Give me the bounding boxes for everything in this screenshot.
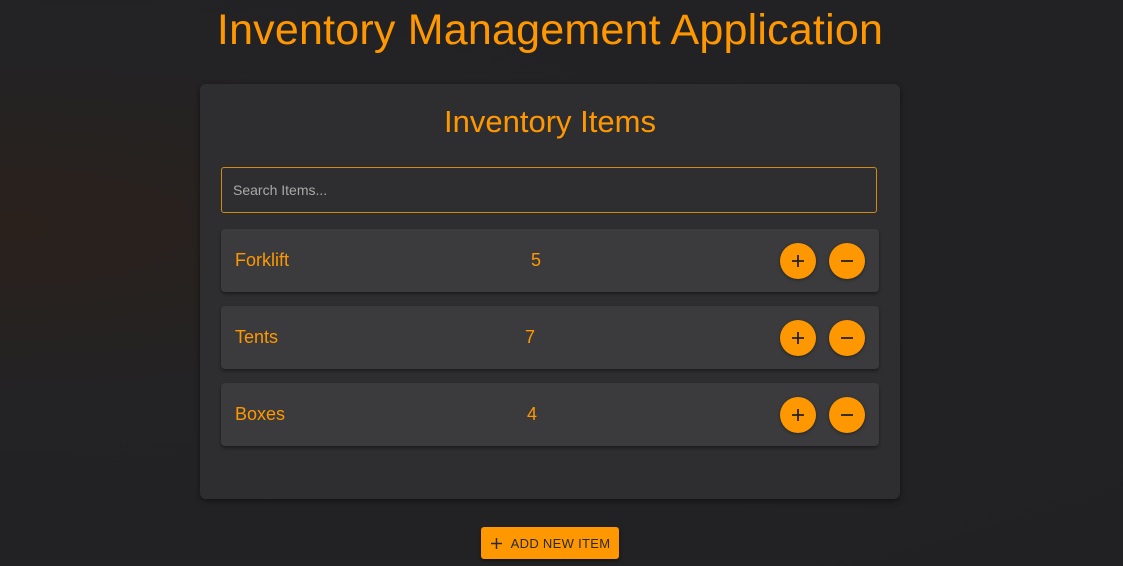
minus-icon [841,414,853,416]
plus-icon [792,332,804,344]
increment-button[interactable] [780,320,816,356]
decrement-button[interactable] [829,320,865,356]
plus-icon [792,409,804,421]
item-name: Tents [235,327,279,347]
item-name: Boxes [235,404,286,424]
minus-icon [841,337,853,339]
item-name: Forklift [235,250,289,270]
item-quantity: 7 [524,327,535,347]
search-input[interactable] [221,167,877,213]
inventory-title: Inventory Items [444,104,656,139]
app-title: Inventory Management Application [216,6,884,54]
plus-icon [792,255,804,267]
plus-icon [490,537,502,549]
decrement-button[interactable] [829,397,865,433]
list-item-boxes: Boxes 4 [221,383,879,446]
minus-icon [841,260,853,262]
increment-button[interactable] [780,397,816,433]
item-quantity: 5 [530,250,541,270]
list-item-forklift: Forklift 5 [221,229,879,292]
add-new-item-button[interactable]: ADD NEW ITEM [481,527,619,559]
decrement-button[interactable] [829,243,865,279]
item-quantity: 4 [526,404,537,424]
list-item-tents: Tents 7 [221,306,879,369]
inventory-panel: Inventory Items Forklift 5 Tents 7 Boxes… [200,84,900,499]
increment-button[interactable] [780,243,816,279]
add-new-item-label: ADD NEW ITEM [510,535,611,551]
